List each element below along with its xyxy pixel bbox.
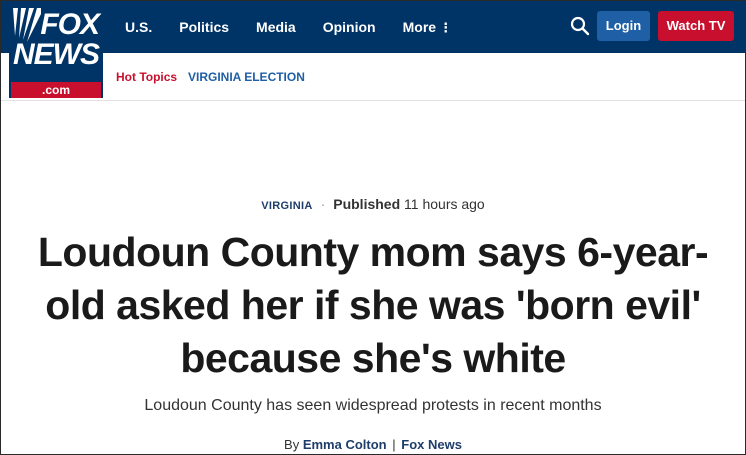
meta-separator: · [320,196,326,212]
nav-us[interactable]: U.S. [125,19,152,35]
top-navigation-bar: U.S. Politics Media Opinion More ⋮ Login … [1,1,745,53]
logo-news-text: NEWS [13,38,100,71]
fox-news-logo[interactable]: FOX NEWS .com [9,6,103,98]
sub-navigation-bar: Hot Topics VIRGINIA ELECTION [1,53,745,101]
nav-opinion[interactable]: Opinion [323,19,376,35]
hot-topics-link[interactable]: Hot Topics [116,70,177,84]
author-link[interactable]: Emma Colton [303,437,387,452]
byline-prefix: By [284,437,300,452]
topic-virginia-election[interactable]: VIRGINIA ELECTION [188,70,305,84]
published-label: Published [333,196,401,212]
nav-politics[interactable]: Politics [179,19,229,35]
article-subhead: Loudoun County has seen widespread prote… [144,397,602,414]
login-button[interactable]: Login [597,11,650,41]
search-icon[interactable] [569,15,591,37]
logo-fox-text: FOX [40,8,100,41]
byline-separator: | [392,437,396,452]
nav-media[interactable]: Media [256,19,296,35]
article-byline: By Emma Colton | Fox News [1,437,745,452]
published-time: 11 hours ago [404,196,485,212]
nav-more-label: More [402,18,437,35]
article-headline: Loudoun County mom says 6-year-old asked… [37,229,709,381]
main-nav: U.S. Politics Media Opinion More ⋮ [125,1,479,53]
nav-more[interactable]: More ⋮ [403,19,452,36]
category-link[interactable]: VIRGINIA [261,200,312,212]
logo-domain: .com [11,82,101,98]
more-dots-icon: ⋮ [439,19,453,35]
watch-tv-button[interactable]: Watch TV [658,11,734,41]
outlet-link[interactable]: Fox News [401,437,462,452]
article-meta: VIRGINIA · Published 11 hours ago [1,196,745,212]
